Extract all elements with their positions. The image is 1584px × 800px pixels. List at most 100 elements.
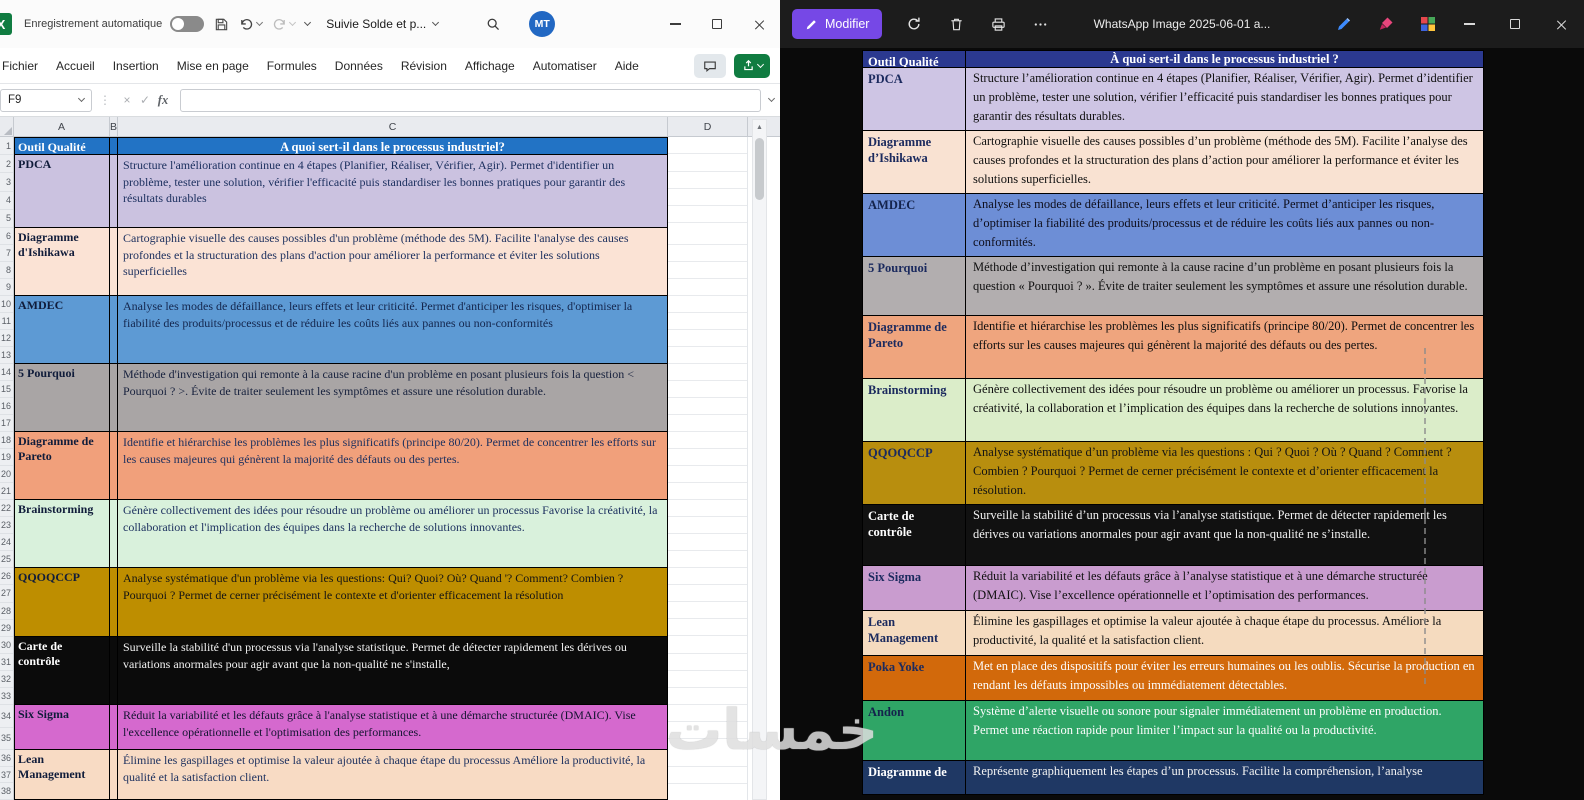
redo-button[interactable]	[272, 11, 297, 37]
scrollbar-thumb[interactable]	[755, 138, 764, 200]
formula-expand-chevron-icon[interactable]	[767, 94, 776, 103]
empty-cell[interactable]	[668, 137, 748, 155]
spacer-cell[interactable]	[110, 705, 118, 750]
user-avatar[interactable]: MT	[529, 11, 556, 37]
more-options-button[interactable]	[1022, 8, 1058, 40]
autosave-toggle[interactable]	[170, 16, 205, 32]
empty-cell[interactable]	[668, 568, 748, 637]
empty-cell[interactable]	[668, 500, 748, 568]
accept-entry-icon[interactable]: ✓	[136, 93, 154, 107]
spacer-cell[interactable]	[110, 432, 118, 500]
col-header-c[interactable]: C	[118, 117, 668, 136]
tab-affichage[interactable]: Affichage	[456, 48, 524, 83]
paint-app-button[interactable]	[1368, 8, 1404, 40]
col-header-d[interactable]: D	[668, 117, 748, 136]
spacer-cell[interactable]	[110, 750, 118, 800]
formula-input[interactable]	[180, 88, 761, 112]
tool-desc-cell[interactable]: Cartographie visuelle des causes possibl…	[118, 228, 668, 296]
empty-cell[interactable]	[668, 705, 748, 750]
pen-app-button[interactable]	[1326, 8, 1362, 40]
tool-name-cell[interactable]: Lean Management	[14, 750, 110, 800]
tab-accueil[interactable]: Accueil	[47, 48, 104, 83]
row-number-gutter[interactable]: 1	[0, 137, 14, 155]
spacer-cell[interactable]	[110, 500, 118, 568]
tool-desc-cell[interactable]: Analyse systématique d'un problème via l…	[118, 568, 668, 637]
spacer-cell[interactable]	[110, 568, 118, 637]
close-button[interactable]	[738, 0, 780, 48]
quick-access-menu-button[interactable]	[304, 11, 312, 37]
save-button[interactable]	[214, 11, 229, 37]
spacer-cell[interactable]	[110, 637, 118, 705]
row-number-gutter[interactable]: 6789	[0, 228, 14, 296]
tool-name-cell[interactable]: Six Sigma	[14, 705, 110, 750]
row-number-gutter[interactable]: 26 27 28 29	[0, 568, 14, 637]
photos-minimize-button[interactable]	[1446, 0, 1492, 48]
tool-name-cell[interactable]: Brainstorming	[14, 500, 110, 568]
row-number-gutter[interactable]: 18 19 20 21	[0, 432, 14, 500]
redo-chevron-icon[interactable]	[289, 18, 297, 27]
photos-maximize-button[interactable]	[1492, 0, 1538, 48]
vertical-scrollbar[interactable]: ▲	[752, 119, 767, 800]
empty-cell[interactable]	[668, 228, 748, 296]
spacer-cell[interactable]	[110, 296, 118, 364]
edit-button[interactable]: Modifier	[792, 9, 883, 39]
spacer-cell[interactable]	[110, 137, 118, 155]
tool-desc-cell[interactable]: Génère collectivement des idées pour rés…	[118, 500, 668, 568]
tool-name-cell[interactable]: Diagramme de Pareto	[14, 432, 110, 500]
tool-name-cell[interactable]: PDCA	[14, 155, 110, 228]
tab-aide[interactable]: Aide	[606, 48, 648, 83]
rotate-button[interactable]	[896, 8, 932, 40]
insert-function-icon[interactable]: fx	[154, 93, 172, 108]
empty-cell[interactable]	[668, 637, 748, 705]
name-box[interactable]: F9	[0, 88, 92, 112]
tool-name-cell[interactable]: QQOQCCP	[14, 568, 110, 637]
tool-desc-cell[interactable]: Surveille la stabilité d'un processus vi…	[118, 637, 668, 705]
excel-logo-icon[interactable]: X	[0, 13, 12, 35]
row-number-gutter[interactable]: 2345	[0, 155, 14, 228]
search-button[interactable]	[486, 17, 501, 32]
tool-desc-cell[interactable]: Structure l'amélioration continue en 4 é…	[118, 155, 668, 228]
document-title[interactable]: Suivie Solde et p...	[326, 17, 440, 31]
tab-revision[interactable]: Révision	[392, 48, 456, 83]
share-button[interactable]	[734, 53, 770, 78]
spacer-cell[interactable]	[110, 364, 118, 432]
empty-cell[interactable]	[668, 432, 748, 500]
empty-cell[interactable]	[668, 155, 748, 228]
tool-name-cell[interactable]: AMDEC	[14, 296, 110, 364]
tool-desc-cell[interactable]: Analyse les modes de défaillance, leurs …	[118, 296, 668, 364]
tab-automatiser[interactable]: Automatiser	[524, 48, 606, 83]
row-number-gutter[interactable]: 36 37 38	[0, 750, 14, 800]
empty-cell[interactable]	[668, 364, 748, 432]
tool-desc-cell[interactable]: Réduit la variabilité et les défauts grâ…	[118, 705, 668, 750]
undo-chevron-icon[interactable]	[256, 18, 264, 27]
tab-formules[interactable]: Formules	[258, 48, 326, 83]
header-tool-cell[interactable]: Outil Qualité	[14, 137, 110, 155]
spacer-cell[interactable]	[110, 228, 118, 296]
row-number-gutter[interactable]: 30 31 32 33	[0, 637, 14, 705]
tool-name-cell[interactable]: Diagramme d'Ishikawa	[14, 228, 110, 296]
gallery-app-button[interactable]	[1410, 8, 1446, 40]
tab-insertion[interactable]: Insertion	[104, 48, 168, 83]
empty-cell[interactable]	[668, 296, 748, 364]
delete-button[interactable]	[938, 8, 974, 40]
tool-desc-cell[interactable]: Élimine les gaspillages et optimise la v…	[118, 750, 668, 800]
minimize-button[interactable]	[654, 0, 696, 48]
row-number-gutter[interactable]: 22 23 24 25	[0, 500, 14, 568]
photo-canvas[interactable]: Outil Qualité À quoi sert-il dans le pro…	[780, 48, 1584, 800]
scroll-up-arrow-icon[interactable]: ▲	[753, 120, 766, 135]
tab-mise-en-page[interactable]: Mise en page	[168, 48, 258, 83]
tab-fichier[interactable]: Fichier	[0, 48, 47, 83]
row-number-gutter[interactable]: 34 35	[0, 705, 14, 750]
cancel-entry-icon[interactable]: ×	[118, 93, 136, 107]
tool-name-cell[interactable]: Carte de contrôle	[14, 637, 110, 705]
tool-desc-cell[interactable]: Identifie et hiérarchise les problèmes l…	[118, 432, 668, 500]
col-header-a[interactable]: A	[14, 117, 110, 136]
header-question-cell[interactable]: A quoi sert-il dans le processus industr…	[118, 137, 668, 155]
tool-desc-cell[interactable]: Méthode d'investigation qui remonte à la…	[118, 364, 668, 432]
comments-button[interactable]	[694, 53, 726, 78]
photos-close-button[interactable]	[1538, 0, 1584, 48]
print-button[interactable]	[980, 8, 1016, 40]
tool-name-cell[interactable]: 5 Pourquoi	[14, 364, 110, 432]
maximize-button[interactable]	[696, 0, 738, 48]
spacer-cell[interactable]	[110, 155, 118, 228]
